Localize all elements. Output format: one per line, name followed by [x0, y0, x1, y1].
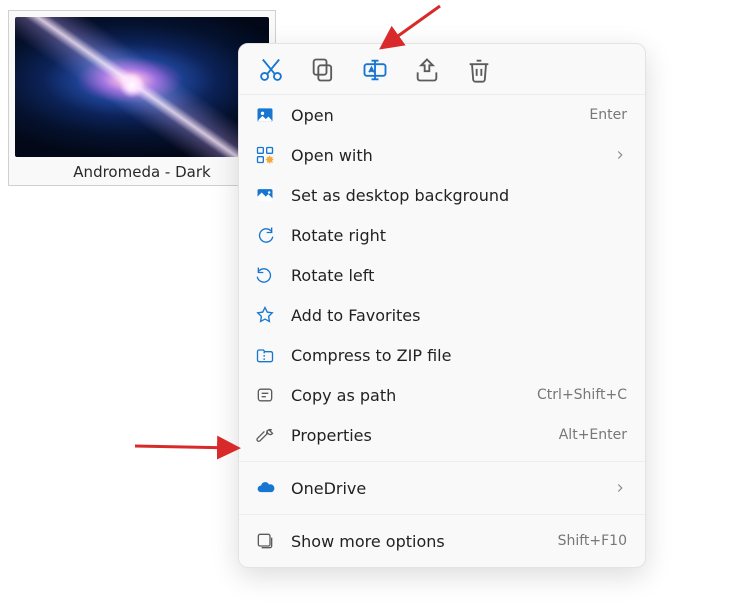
menu-set-background[interactable]: Set as desktop background: [239, 175, 645, 215]
menu-set-background-label: Set as desktop background: [291, 186, 627, 205]
menu-open-label: Open: [291, 106, 589, 125]
menu-open-with[interactable]: Open with: [239, 135, 645, 175]
menu-properties-label: Properties: [291, 426, 559, 445]
menu-open-shortcut: Enter: [589, 107, 627, 123]
menu-onedrive[interactable]: OneDrive: [239, 468, 645, 508]
menu-rotate-right[interactable]: Rotate right: [239, 215, 645, 255]
menu-separator: [239, 461, 645, 462]
chevron-right-icon: [613, 148, 627, 162]
menu-properties-shortcut: Alt+Enter: [559, 427, 627, 443]
zip-icon: [253, 343, 277, 367]
menu-copy-path[interactable]: Copy as path Ctrl+Shift+C: [239, 375, 645, 415]
annotation-arrow-properties: [130, 432, 245, 462]
context-menu: Open Enter Open with Set as desktop back…: [238, 43, 646, 568]
rename-icon[interactable]: [361, 56, 389, 84]
copy-path-icon: [253, 383, 277, 407]
cut-icon[interactable]: [257, 56, 285, 84]
image-icon: [253, 103, 277, 127]
menu-onedrive-label: OneDrive: [291, 479, 613, 498]
open-with-icon: [253, 143, 277, 167]
menu-rotate-right-label: Rotate right: [291, 226, 627, 245]
menu-open[interactable]: Open Enter: [239, 95, 645, 135]
share-icon[interactable]: [413, 56, 441, 84]
star-icon: [253, 303, 277, 327]
menu-show-more-shortcut: Shift+F10: [558, 533, 627, 549]
menu-open-with-label: Open with: [291, 146, 613, 165]
menu-copy-path-label: Copy as path: [291, 386, 537, 405]
menu-show-more[interactable]: Show more options Shift+F10: [239, 521, 645, 561]
menu-compress-zip-label: Compress to ZIP file: [291, 346, 627, 365]
menu-properties[interactable]: Properties Alt+Enter: [239, 415, 645, 455]
menu-add-favorites[interactable]: Add to Favorites: [239, 295, 645, 335]
menu-add-favorites-label: Add to Favorites: [291, 306, 627, 325]
menu-separator: [239, 514, 645, 515]
menu-show-more-label: Show more options: [291, 532, 558, 551]
desktop-bg-icon: [253, 183, 277, 207]
rotate-left-icon: [253, 263, 277, 287]
menu-rotate-left-label: Rotate left: [291, 266, 627, 285]
menu-rotate-left[interactable]: Rotate left: [239, 255, 645, 295]
show-more-icon: [253, 529, 277, 553]
onedrive-icon: [253, 476, 277, 500]
menu-compress-zip[interactable]: Compress to ZIP file: [239, 335, 645, 375]
file-tile[interactable]: Andromeda - Dark: [8, 10, 276, 186]
rotate-right-icon: [253, 223, 277, 247]
menu-copy-path-shortcut: Ctrl+Shift+C: [537, 387, 627, 403]
wrench-icon: [253, 423, 277, 447]
context-menu-actionbar: [239, 44, 645, 95]
copy-icon[interactable]: [309, 56, 337, 84]
delete-icon[interactable]: [465, 56, 493, 84]
file-label: Andromeda - Dark: [73, 163, 210, 181]
file-thumbnail: [15, 17, 269, 157]
chevron-right-icon: [613, 481, 627, 495]
